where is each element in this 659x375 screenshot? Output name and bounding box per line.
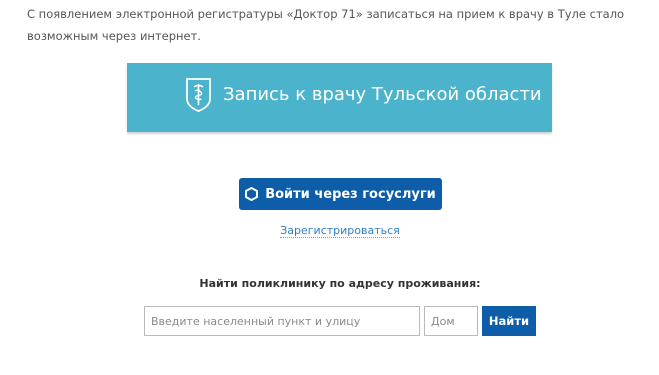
find-clinic-label: Найти поликлинику по адресу проживания:: [199, 277, 481, 290]
find-button[interactable]: Найти: [482, 306, 536, 336]
doctor-booking-banner[interactable]: Запись к врачу Тульской области: [127, 63, 552, 132]
intro-text: С появлением электронной регистратуры «Д…: [27, 7, 625, 43]
banner-title: Запись к врачу Тульской области: [223, 84, 542, 105]
page: С появлением электронной регистратуры «Д…: [0, 0, 659, 375]
medical-shield-icon: [186, 78, 211, 112]
gosuslugi-hexagon-icon: [245, 187, 259, 201]
address-input[interactable]: [144, 306, 420, 336]
gosuslugi-login-button[interactable]: Войти через госуслуги: [239, 178, 442, 210]
register-link[interactable]: Зарегистрироваться: [280, 224, 400, 238]
gosuslugi-login-label: Войти через госуслуги: [265, 186, 436, 202]
house-input[interactable]: [424, 306, 478, 336]
register-link-container: Зарегистрироваться: [240, 219, 440, 239]
